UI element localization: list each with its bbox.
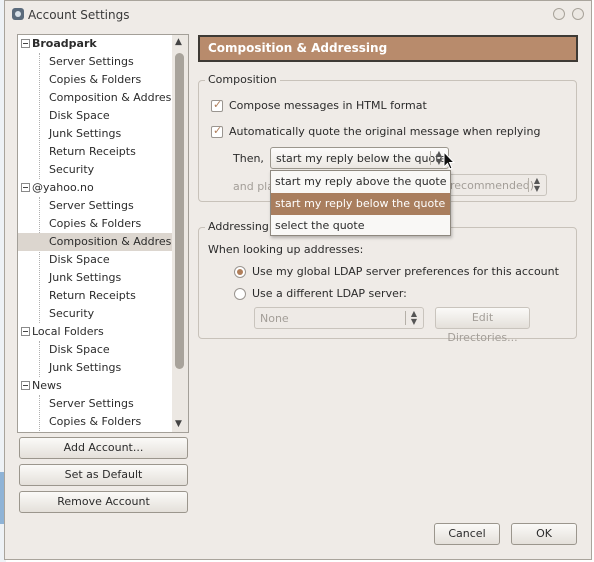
html-format-checkbox[interactable] — [211, 98, 223, 112]
tree-item-server-settings[interactable]: Server Settings — [18, 395, 173, 413]
chevron-down-icon: ▼ — [533, 184, 541, 193]
tree-item-disk-space[interactable]: Disk Space — [18, 107, 173, 125]
tree-account-local-folders[interactable]: Local Folders — [18, 323, 173, 341]
select-separator — [405, 311, 406, 325]
tree-item-label: Server Settings — [49, 397, 134, 410]
reply-position-dropdown: start my reply above the quote start my … — [270, 170, 451, 236]
tree-item-disk-space[interactable]: Disk Space — [18, 251, 173, 269]
signature-position-select[interactable]: recommended) ▲ ▼ — [445, 174, 547, 196]
then-label: Then, — [233, 152, 264, 165]
dropdown-option-below[interactable]: start my reply below the quote — [271, 193, 450, 215]
chevron-down-icon: ▼ — [410, 317, 418, 326]
minimize-icon[interactable] — [553, 8, 565, 20]
different-ldap-radio[interactable] — [234, 288, 246, 300]
tree-item-label: Junk Settings — [49, 271, 122, 284]
remove-account-button[interactable]: Remove Account — [19, 491, 188, 513]
global-ldap-radio[interactable] — [234, 266, 246, 278]
scroll-down-icon[interactable]: ▼ — [175, 419, 182, 429]
collapse-icon[interactable] — [21, 183, 30, 192]
tree-item-label: Junk Settings — [49, 361, 122, 374]
ok-button[interactable]: OK — [511, 523, 577, 545]
set-as-default-button[interactable]: Set as Default — [19, 464, 188, 486]
tree-item-copies-folders[interactable]: Copies & Folders — [18, 71, 173, 89]
panel-header: Composition & Addressing — [198, 35, 578, 62]
tree-item-server-settings[interactable]: Server Settings — [18, 53, 173, 71]
reply-position-select[interactable]: start my reply below the quote ▲ ▼ — [270, 147, 449, 169]
tree-item-label: Local Folders — [32, 325, 104, 338]
tree-account-news[interactable]: News — [18, 377, 173, 395]
collapse-icon[interactable] — [21, 39, 30, 48]
composition-legend: Composition — [205, 73, 280, 86]
collapse-icon[interactable] — [21, 327, 30, 336]
tree-item-label: Return Receipts — [49, 289, 136, 302]
tree-item-label: Disk Space — [49, 253, 110, 266]
tree-scrollbar[interactable]: ▲ ▼ — [172, 35, 188, 432]
tree-item-label: Disk Space — [49, 343, 110, 356]
tree-item-return-receipts[interactable]: Return Receipts — [18, 143, 173, 161]
select-separator — [430, 151, 431, 165]
tree-item-label: Junk Settings — [49, 127, 122, 140]
place-signature-label: and pla — [233, 180, 274, 193]
tree-item-junk-settings[interactable]: Junk Settings — [18, 125, 173, 143]
html-format-label: Compose messages in HTML format — [229, 99, 427, 112]
account-tree[interactable]: Broadpark Server Settings Copies & Folde… — [17, 34, 189, 433]
tree-item-composition[interactable]: Composition & Addres... — [18, 89, 173, 107]
different-ldap-label: Use a different LDAP server: — [252, 287, 407, 300]
scroll-thumb[interactable] — [175, 53, 184, 369]
tree-item-label: Return Receipts — [49, 145, 136, 158]
tree-item-label: Copies & Folders — [49, 217, 142, 230]
global-ldap-label: Use my global LDAP server preferences fo… — [252, 265, 559, 278]
tree-item-return-receipts[interactable]: Return Receipts — [18, 287, 173, 305]
account-settings-window: Account Settings Broadpark Server Settin… — [4, 0, 592, 560]
tree-item-junk-settings[interactable]: Junk Settings — [18, 359, 173, 377]
edit-directories-button[interactable]: Edit Directories... — [435, 307, 530, 344]
tree-item-copies-folders[interactable]: Copies & Folders — [18, 413, 173, 431]
tree-item-composition-selected[interactable]: Composition & Addres... — [18, 233, 173, 251]
tree-item-copies-folders[interactable]: Copies & Folders — [18, 215, 173, 233]
auto-quote-checkbox[interactable] — [211, 124, 223, 138]
tree-item-label: Copies & Folders — [49, 73, 142, 86]
window-title: Account Settings — [28, 8, 130, 22]
tree-item-junk-settings[interactable]: Junk Settings — [18, 269, 173, 287]
select-separator — [528, 178, 529, 192]
tree-item-disk-space[interactable]: Disk Space — [18, 341, 173, 359]
tree-item-label: Disk Space — [49, 109, 110, 122]
mouse-pointer-icon — [443, 151, 455, 170]
scroll-up-icon[interactable]: ▲ — [175, 37, 182, 47]
collapse-icon[interactable] — [21, 381, 30, 390]
tree-item-label: Server Settings — [49, 199, 134, 212]
ldap-server-value: None — [260, 312, 289, 325]
signature-position-value: recommended) — [450, 179, 535, 192]
tree-account-broadpark[interactable]: Broadpark — [18, 35, 173, 53]
add-account-button[interactable]: Add Account... — [19, 437, 188, 459]
close-icon[interactable] — [572, 8, 584, 20]
dropdown-option-above[interactable]: start my reply above the quote — [271, 171, 450, 193]
tree-item-security[interactable]: Security — [18, 305, 173, 323]
tree-account-yahoo[interactable]: @yahoo.no — [18, 179, 173, 197]
dropdown-option-select-quote[interactable]: select the quote — [271, 215, 450, 237]
title-bar[interactable]: Account Settings — [5, 1, 591, 29]
cancel-button[interactable]: Cancel — [434, 523, 500, 545]
tree-item-label: Composition & Addres... — [49, 235, 173, 248]
tree-item-label: Copies & Folders — [49, 415, 142, 428]
tree-item-label: Composition & Addres... — [49, 91, 173, 104]
tree-item-label: Security — [49, 307, 95, 320]
ldap-server-select[interactable]: None ▲ ▼ — [254, 307, 424, 329]
tree-item-security[interactable]: Security — [18, 161, 173, 179]
addressing-legend: Addressing — [205, 220, 272, 233]
lookup-label: When looking up addresses: — [208, 243, 364, 256]
reply-position-value: start my reply below the quote — [276, 152, 447, 165]
app-icon — [12, 8, 24, 20]
tree-item-server-settings[interactable]: Server Settings — [18, 197, 173, 215]
panel-title: Composition & Addressing — [208, 41, 388, 55]
tree-item-label: Security — [49, 163, 95, 176]
auto-quote-label: Automatically quote the original message… — [229, 125, 541, 138]
tree-item-label: Server Settings — [49, 55, 134, 68]
